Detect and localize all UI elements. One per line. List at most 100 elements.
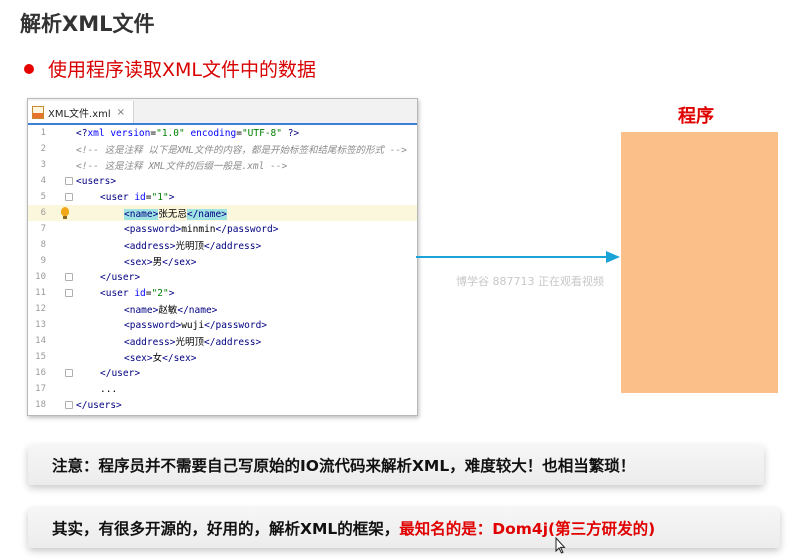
note-banner: 注意：程序员并不需要自己写原始的IO流代码来解析XML，难度较大！也相当繁琐！ <box>28 445 764 485</box>
line-number: 10 <box>35 272 46 282</box>
close-icon[interactable]: × <box>117 107 125 118</box>
mouse-cursor-icon <box>555 537 566 554</box>
code-token: </name> <box>186 209 227 220</box>
code-token: "1" <box>151 191 169 203</box>
code-token: </address> <box>204 241 262 252</box>
line-number: 5 <box>40 192 46 202</box>
code-token: <address> <box>124 241 176 252</box>
code-token: xml version <box>87 127 151 139</box>
lightbulb-icon[interactable] <box>61 207 69 219</box>
code-line: 17 ... <box>28 381 417 397</box>
code-token: encoding <box>184 127 237 139</box>
code-token: <user <box>100 287 129 299</box>
code-token: </password> <box>204 319 268 331</box>
line-number: 9 <box>40 256 46 266</box>
gutter <box>46 397 76 413</box>
code-line: 9 <sex>男</sex> <box>28 253 417 269</box>
fold-marker-icon[interactable] <box>65 193 73 201</box>
gutter <box>46 189 76 205</box>
code-token: > <box>168 191 175 203</box>
gutter <box>46 333 76 349</box>
code-token: <address> <box>124 337 176 348</box>
gutter <box>46 141 76 157</box>
code-token: </sex> <box>162 257 197 268</box>
line-number: 4 <box>40 176 46 186</box>
line-number: 13 <box>35 320 46 330</box>
code-comment: <!-- 这是注释 以下是XML文件的内容，都是开始标签和结尾标签的形式 --> <box>76 145 407 156</box>
code-token: wuji <box>181 319 205 331</box>
line-number: 14 <box>35 336 46 346</box>
code-line: 10 </user> <box>28 269 417 285</box>
code-token: > <box>168 287 175 299</box>
gutter <box>46 317 76 333</box>
gutter <box>46 125 76 141</box>
gutter <box>46 301 76 317</box>
tip-highlight: 最知名的是：Dom4j(第三方研发的) <box>399 520 656 538</box>
line-number: 6 <box>40 208 46 218</box>
line-number: 11 <box>35 288 46 298</box>
bullet-text: 使用程序读取XML文件中的数据 <box>48 59 316 81</box>
code-token: 女 <box>152 353 163 364</box>
line-number: 12 <box>35 304 46 314</box>
slide-title: 解析XML文件 <box>20 12 155 36</box>
gutter <box>46 221 76 237</box>
code-token: </address> <box>204 337 262 348</box>
gutter <box>46 381 76 397</box>
line-number: 1 <box>40 128 46 138</box>
code-token: "2" <box>151 287 169 299</box>
code-text: <user id="1"> <box>76 192 174 203</box>
code-text: <password>wuji</password> <box>76 320 267 331</box>
code-token: 张无忌 <box>158 209 187 220</box>
code-area[interactable]: 1 <?xml version="1.0" encoding="UTF-8" ?… <box>28 125 417 413</box>
code-line: 18 </users> <box>28 397 417 413</box>
gutter <box>46 285 76 301</box>
fold-marker-icon[interactable] <box>65 401 73 409</box>
code-line: 14 <address>光明顶</address> <box>28 333 417 349</box>
gutter <box>46 269 76 285</box>
code-text: </users> <box>76 399 122 411</box>
code-token: <user <box>100 191 129 203</box>
code-line: 4 <users> <box>28 173 417 189</box>
fold-marker-icon[interactable] <box>65 289 73 297</box>
code-text: <address>光明顶</address> <box>76 238 261 252</box>
code-line: 11 <user id="2"> <box>28 285 417 301</box>
code-text: </user> <box>100 367 141 379</box>
code-text: </user> <box>100 271 141 283</box>
fold-marker-icon[interactable] <box>65 177 73 185</box>
code-line-highlighted: 6 <name>张无忌</name> <box>28 205 417 221</box>
arrow-head <box>606 251 620 263</box>
code-token: minmin <box>181 223 216 235</box>
gutter <box>46 349 76 365</box>
tab-label: XML文件.xml <box>48 108 111 120</box>
code-line: 13 <password>wuji</password> <box>28 317 417 333</box>
code-line: 5 <user id="1"> <box>28 189 417 205</box>
code-text: <user id="2"> <box>76 288 174 299</box>
line-number: 7 <box>40 224 46 234</box>
code-text: <address>光明顶</address> <box>76 334 261 348</box>
code-line: 12 <name>赵敏</name> <box>28 301 417 317</box>
editor-tab[interactable]: XML文件.xml × <box>28 101 135 123</box>
line-number: 18 <box>35 400 46 410</box>
line-number: 2 <box>40 144 46 154</box>
gutter <box>46 173 76 189</box>
code-comment: <!-- 这是注释 XML文件的后缀一般是.xml --> <box>76 161 288 172</box>
line-number: 8 <box>40 240 46 250</box>
code-line: 8 <address>光明顶</address> <box>28 237 417 253</box>
code-token: <sex> <box>124 353 153 364</box>
code-text: <name>赵敏</name> <box>76 302 217 316</box>
code-token: 男 <box>152 257 163 268</box>
code-token: id <box>128 287 146 299</box>
code-line: 1 <?xml version="1.0" encoding="UTF-8" ?… <box>28 125 417 141</box>
line-number: 17 <box>35 384 46 394</box>
code-text: <sex>女</sex> <box>76 350 196 364</box>
code-token: </sex> <box>162 353 197 364</box>
code-text: <users> <box>76 175 117 187</box>
gutter <box>46 205 76 221</box>
fold-marker-icon[interactable] <box>65 369 73 377</box>
program-label: 程序 <box>678 106 714 127</box>
bullet-row: 使用程序读取XML文件中的数据 <box>24 55 316 82</box>
tip-text: 其实，有很多开源的，好用的，解析XML的框架， <box>52 520 400 538</box>
fold-marker-icon[interactable] <box>65 273 73 281</box>
code-text: <sex>男</sex> <box>76 254 196 268</box>
code-line: 3 <!-- 这是注释 XML文件的后缀一般是.xml --> <box>28 157 417 173</box>
